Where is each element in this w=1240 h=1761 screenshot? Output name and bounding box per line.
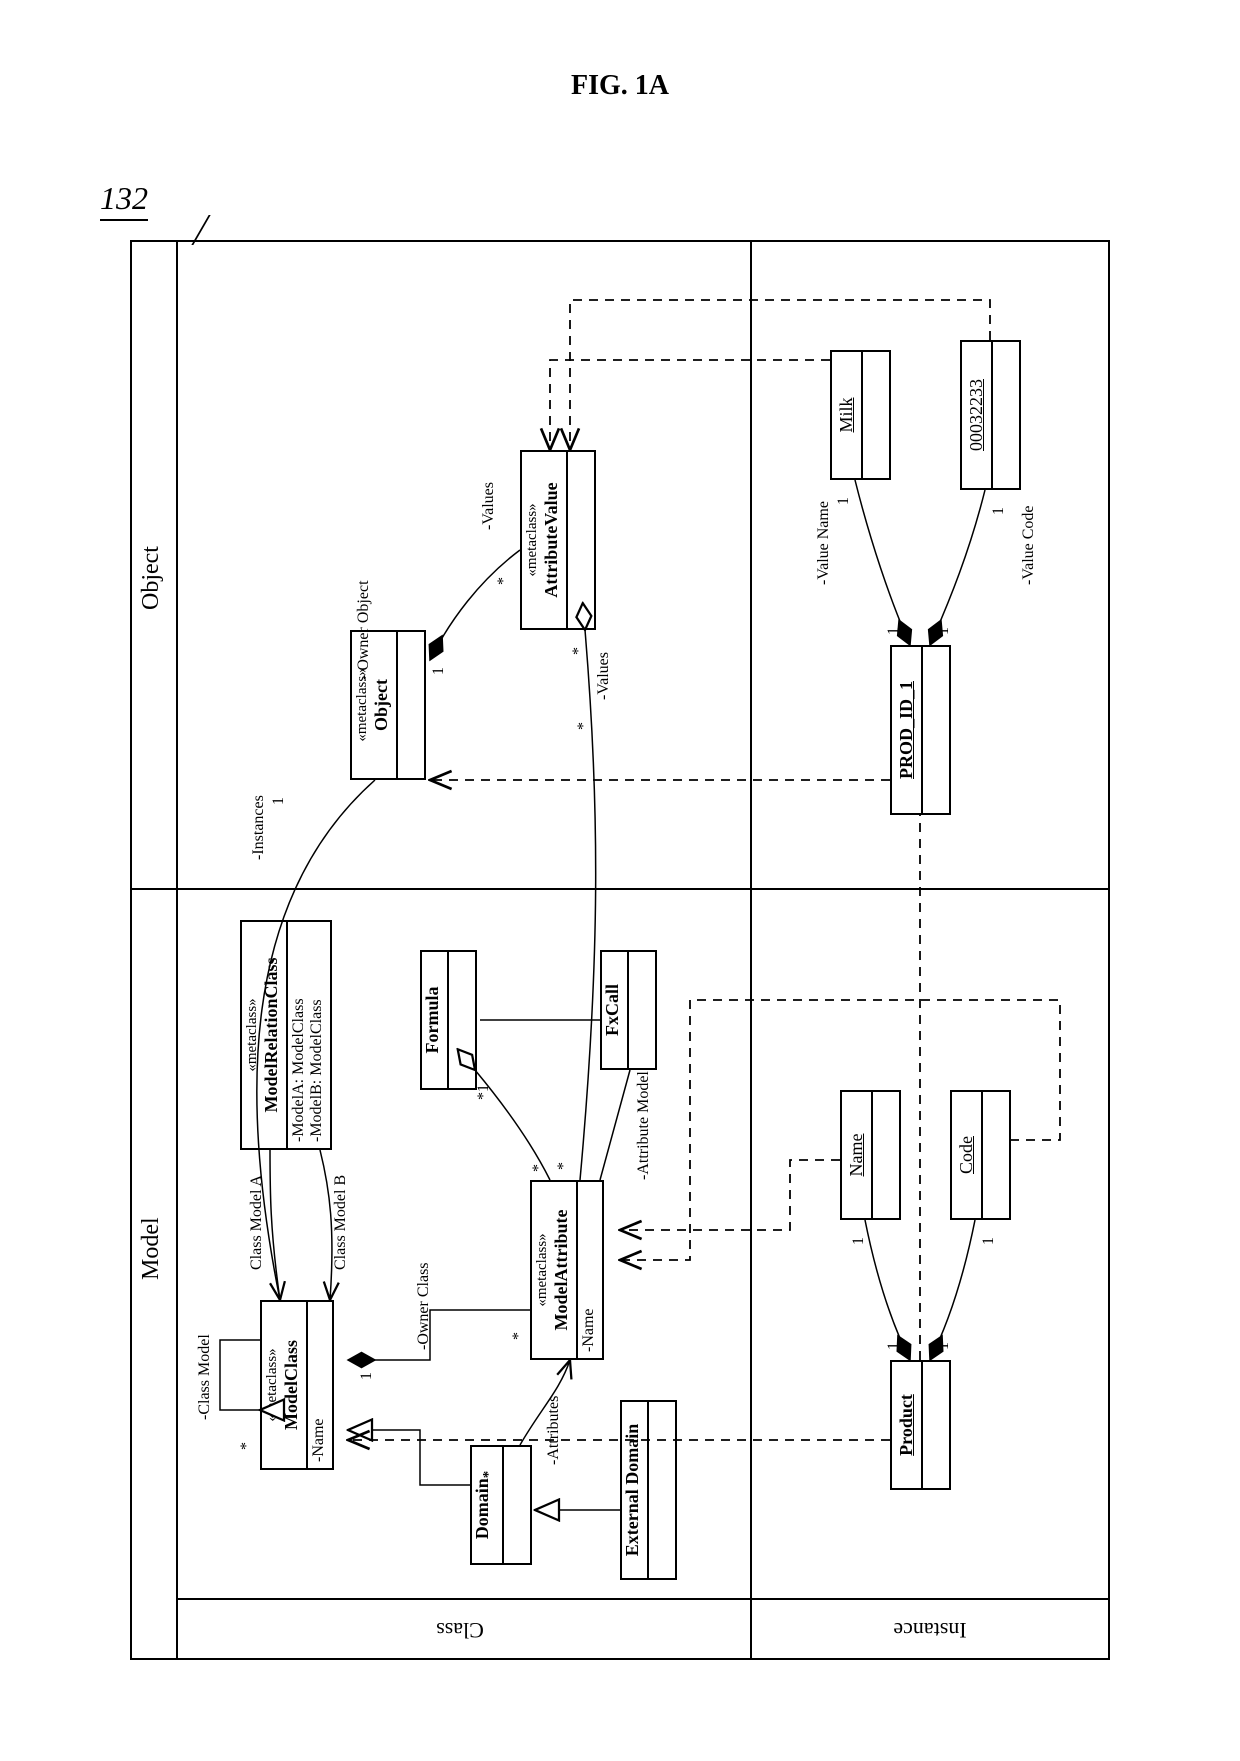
- row-header-class: Class: [436, 1617, 484, 1643]
- assoc-label-class-model-b: Class Model B: [332, 1175, 350, 1270]
- class-compartment: [568, 452, 594, 628]
- mult-one: 1: [990, 507, 1008, 515]
- object-name: Product: [892, 1362, 923, 1488]
- mult-one: 1: [358, 1372, 376, 1380]
- assoc-label-attribute-model: -Attribute Model: [635, 1071, 653, 1180]
- mult-many: *: [555, 1162, 573, 1170]
- class-box-fxcall: FxCall: [600, 950, 657, 1070]
- row-header-instance: Instance: [893, 1617, 966, 1643]
- object-name: Milk: [832, 352, 863, 478]
- class-name: ModelClass: [281, 1302, 308, 1468]
- assoc-label-value-name: -Value Name: [815, 501, 833, 585]
- column-header-model: Model: [138, 1217, 165, 1280]
- object-compartment: [873, 1092, 899, 1218]
- class-name: External Domain: [622, 1402, 649, 1578]
- object-box-name: Name: [840, 1090, 901, 1220]
- class-box-externaldomain: External Domain: [620, 1400, 677, 1580]
- mult-one: 1: [935, 627, 953, 635]
- mult-many: *: [530, 1164, 548, 1172]
- class-compartment: [504, 1447, 530, 1563]
- mult-one: 1: [835, 497, 853, 505]
- mult-one: 1: [980, 1237, 998, 1245]
- mult-one: 1: [270, 797, 288, 805]
- class-compartment: [449, 952, 475, 1088]
- mult-one: 1: [885, 1342, 903, 1350]
- class-box-modelattribute: «metaclass» ModelAttribute -Name: [530, 1180, 604, 1360]
- assoc-label-instances: -Instances: [250, 795, 268, 860]
- object-name: Code: [952, 1092, 983, 1218]
- class-compartment: [649, 1402, 675, 1578]
- mult-many: *: [238, 1442, 256, 1450]
- mult-one: 1: [885, 627, 903, 635]
- assoc-label-class-model: -Class Model: [196, 1334, 214, 1420]
- grid-vline-middle: [130, 888, 1108, 890]
- class-attr: -ModelA: ModelClass: [290, 928, 308, 1142]
- reference-number: 132: [100, 180, 148, 221]
- object-compartment: [993, 342, 1019, 488]
- assoc-label-values: -Values: [480, 482, 498, 530]
- class-attr: -Name: [578, 1182, 602, 1358]
- figure-title: FIG. 1A: [0, 70, 1240, 102]
- class-name: AttributeValue: [541, 452, 568, 628]
- assoc-label-owner-object: - Owner Object: [355, 580, 373, 680]
- class-compartment: [629, 952, 655, 1068]
- class-compartment: [398, 632, 424, 778]
- object-name: Name: [842, 1092, 873, 1218]
- object-box-product: Product: [890, 1360, 951, 1490]
- object-compartment: [983, 1092, 1009, 1218]
- grid-vline-sidebar: [176, 1598, 1108, 1600]
- class-box-formula: Formula: [420, 950, 477, 1090]
- stereotype-label: «metaclass»: [522, 452, 541, 628]
- stereotype-label: «metaclass»: [242, 922, 261, 1148]
- class-name-text: Domain: [472, 1478, 492, 1539]
- class-name: ModelAttribute: [551, 1182, 578, 1358]
- object-box-code: Code: [950, 1090, 1011, 1220]
- assoc-label-values2: -Values: [595, 652, 613, 700]
- assoc-label-value-code: -Value Code: [1020, 505, 1038, 585]
- column-header-object: Object: [138, 546, 165, 610]
- object-box-prodid: PROD_ID_1: [890, 645, 951, 815]
- class-attr: -ModelB: ModelClass: [308, 928, 326, 1142]
- mult-one: 1: [935, 1342, 953, 1350]
- stereotype-label: «metaclass»: [262, 1302, 281, 1468]
- assoc-label-owner-class: -Owner Class: [415, 1262, 433, 1350]
- object-box-milk: Milk: [830, 350, 891, 480]
- object-box-codeval: 00032233: [960, 340, 1021, 490]
- object-name: PROD_ID_1: [892, 647, 923, 813]
- class-box-modelrelationclass: «metaclass» ModelRelationClass -ModelA: …: [240, 920, 332, 1150]
- mult-one-star: *1: [475, 1084, 493, 1100]
- class-attr: -Name: [308, 1302, 332, 1468]
- stereotype-label: «metaclass»: [532, 1182, 551, 1358]
- mult-many: *: [575, 722, 593, 730]
- class-name: Object: [371, 632, 398, 778]
- class-name: ModelRelationClass: [261, 922, 288, 1148]
- diagram-frame: Model Object Class Instance «metaclass» …: [130, 240, 1110, 1660]
- assoc-label-class-model-a: Class Model A: [248, 1175, 266, 1270]
- assoc-label-attributes: -Attributes: [545, 1396, 563, 1465]
- object-compartment: [923, 647, 949, 813]
- class-box-domain: Domain*: [470, 1445, 532, 1565]
- mult-one: 1: [850, 1237, 868, 1245]
- object-compartment: [923, 1362, 949, 1488]
- mult-one: 1: [430, 667, 448, 675]
- class-name: FxCall: [602, 952, 629, 1068]
- class-name: Domain*: [472, 1447, 504, 1563]
- object-compartment: [863, 352, 889, 478]
- class-box-modelclass: «metaclass» ModelClass -Name: [260, 1300, 334, 1470]
- grid-hline-header: [176, 242, 178, 1660]
- class-box-attributevalue: «metaclass» AttributeValue: [520, 450, 596, 630]
- mult-many: *: [510, 1332, 528, 1340]
- grid-hline-middle: [750, 242, 752, 1660]
- object-name: 00032233: [962, 342, 993, 488]
- class-name: Formula: [422, 952, 449, 1088]
- mult-many: *: [495, 577, 513, 585]
- mult-many: *: [570, 647, 588, 655]
